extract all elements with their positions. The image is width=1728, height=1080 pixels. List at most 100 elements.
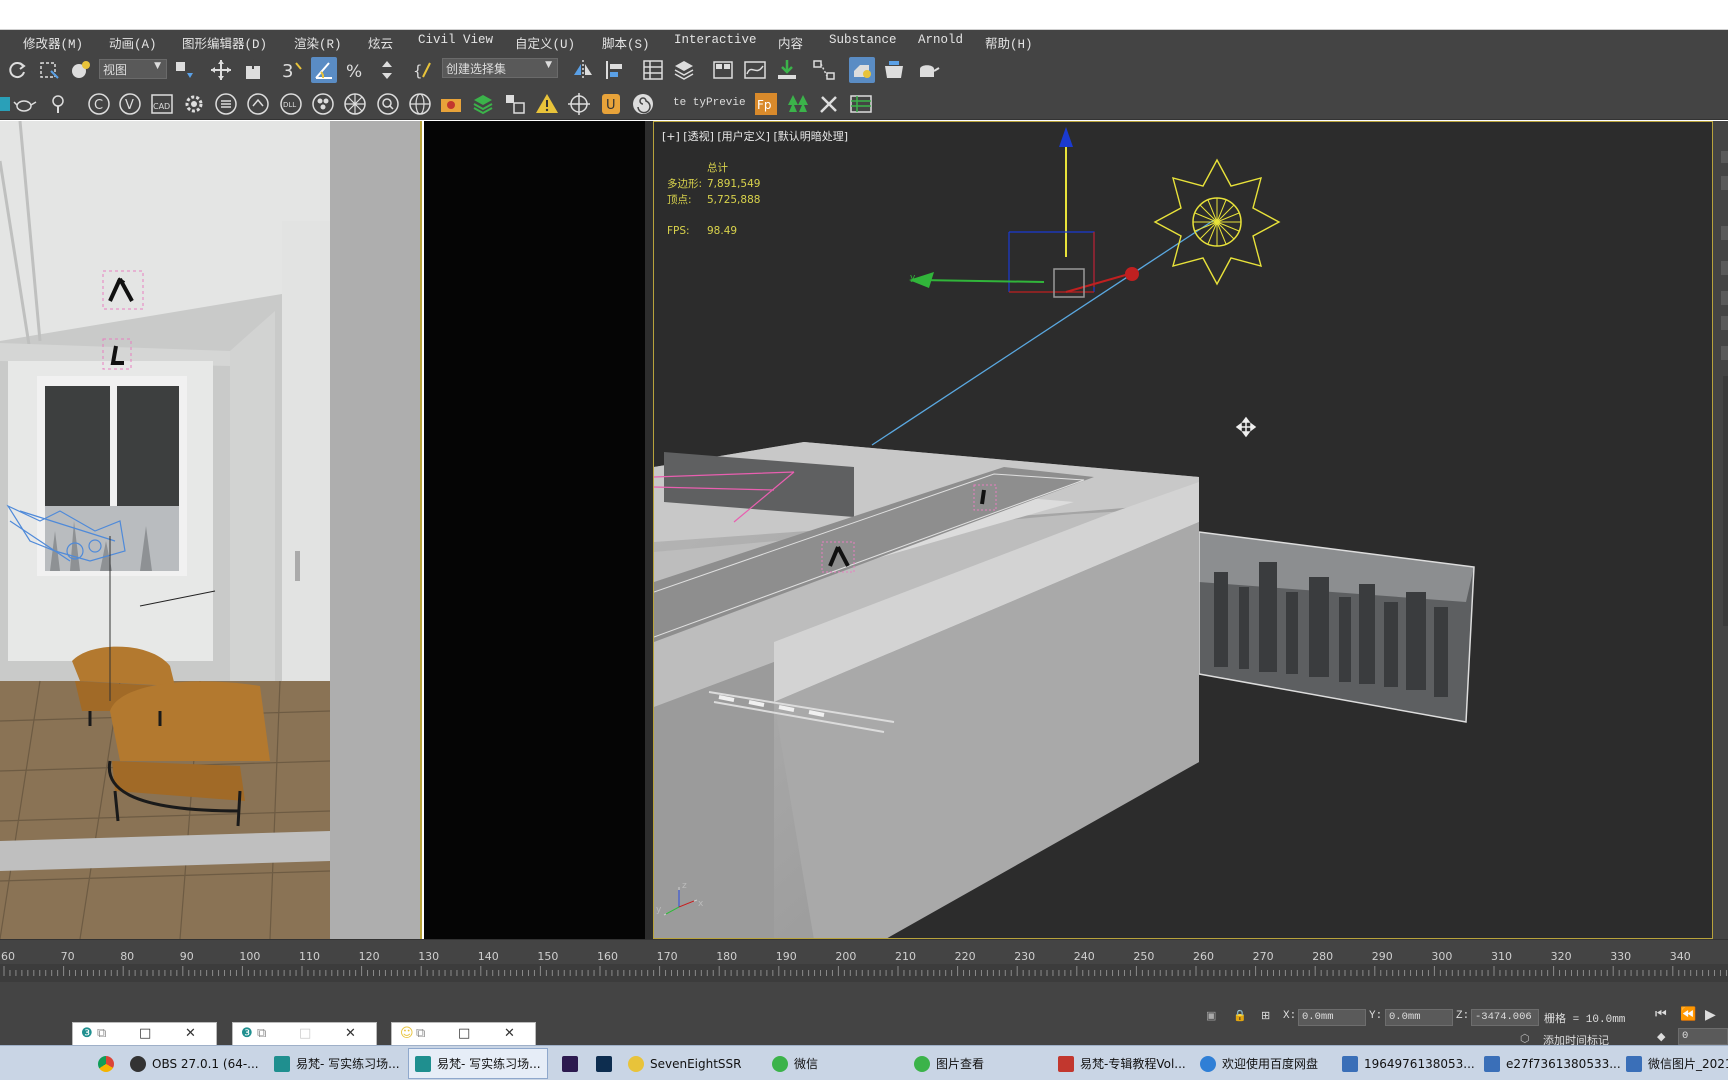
view-combo[interactable]: 视图 ▼ xyxy=(99,59,167,79)
globe-icon[interactable] xyxy=(407,91,433,117)
maximize-icon[interactable]: □ xyxy=(458,1026,470,1041)
select-link-icon[interactable] xyxy=(171,57,197,83)
render-setup-icon[interactable] xyxy=(849,57,875,83)
search-icon[interactable] xyxy=(375,91,401,117)
tree-icon[interactable] xyxy=(785,91,811,117)
lock-icon[interactable]: 🔒 xyxy=(1233,1009,1247,1023)
selection-mode-icon[interactable]: ▣ xyxy=(1206,1009,1216,1023)
restore-icon[interactable]: ⧉ xyxy=(257,1026,266,1041)
taskbar-premiere[interactable] xyxy=(556,1048,584,1079)
render-frame-icon[interactable] xyxy=(881,57,907,83)
close-icon[interactable]: ✕ xyxy=(345,1026,356,1041)
z-coordinate-field[interactable]: -3474.006 xyxy=(1471,1009,1539,1026)
play-icon[interactable]: ▶ xyxy=(1705,1007,1716,1024)
maximize-icon[interactable]: □ xyxy=(139,1026,151,1041)
taskbar-chrome[interactable] xyxy=(92,1048,120,1079)
named-selection-icon[interactable]: { xyxy=(411,57,437,83)
menu-rendering[interactable]: 渲染(R) xyxy=(294,33,342,52)
percent-snap-icon[interactable]: % xyxy=(343,57,369,83)
crosshair-icon[interactable] xyxy=(566,91,592,117)
material-editor-icon[interactable] xyxy=(774,57,800,83)
warning-icon[interactable] xyxy=(534,91,560,117)
select-region-icon[interactable] xyxy=(36,57,62,83)
menu-arnold[interactable]: Arnold xyxy=(918,33,963,47)
empty-viewport[interactable] xyxy=(424,121,645,939)
spinner-snap-icon[interactable] xyxy=(374,57,400,83)
time-ruler[interactable]: 60 70 80 90 100 110 120 130 140 150 160 170 180 190 20… xyxy=(0,940,1728,982)
menu-graph-editors[interactable]: 图形编辑器(D) xyxy=(182,33,267,52)
gear-icon[interactable] xyxy=(181,91,207,117)
timeline[interactable]: 60 70 80 90 100 110 120 130 140 150 160 170 180 190 20… xyxy=(0,939,1728,995)
taskbar-baidu[interactable]: 欢迎使用百度网盘 xyxy=(1194,1048,1324,1079)
rotate-icon[interactable] xyxy=(241,57,267,83)
restore-icon[interactable]: ⧉ xyxy=(97,1026,106,1041)
stack-icon[interactable] xyxy=(245,91,271,117)
viewport-label[interactable]: [+] [透视] [用户定义] [默认明暗处理] xyxy=(662,128,848,144)
menu-modifiers[interactable]: 修改器(M) xyxy=(23,33,83,52)
current-frame-field[interactable]: 0 xyxy=(1678,1028,1728,1045)
taskbar-wechat[interactable]: 微信 xyxy=(766,1048,824,1079)
angle-snap-icon[interactable] xyxy=(311,57,337,83)
spiral-icon[interactable] xyxy=(630,91,656,117)
taskbar-image-2[interactable]: e27f7361380533... xyxy=(1478,1048,1627,1079)
preview-label[interactable]: te tyPrevie xyxy=(673,97,746,109)
c-icon[interactable]: C xyxy=(86,91,112,117)
minimized-window-2[interactable]: ❸ ⧉ □ ✕ xyxy=(232,1022,377,1047)
dll-icon[interactable]: DLL xyxy=(278,91,304,117)
render-icon[interactable] xyxy=(915,57,941,83)
restore-icon[interactable]: ⧉ xyxy=(416,1026,425,1041)
grid-icon[interactable] xyxy=(502,91,528,117)
menu-help[interactable]: 帮助(H) xyxy=(985,33,1033,52)
u-icon[interactable]: U xyxy=(598,91,624,117)
menu-civil-view[interactable]: Civil View xyxy=(418,33,493,47)
menu-content[interactable]: 内容 xyxy=(778,33,803,52)
curve-editor-icon[interactable] xyxy=(742,57,768,83)
align-icon[interactable] xyxy=(602,57,628,83)
film-icon[interactable] xyxy=(310,91,336,117)
tools-icon[interactable] xyxy=(816,91,842,117)
layers-icon[interactable] xyxy=(213,91,239,117)
wheel-icon[interactable] xyxy=(342,91,368,117)
light-icon[interactable] xyxy=(45,91,71,117)
ribbon-icon[interactable] xyxy=(710,57,736,83)
taskbar-ssr[interactable]: SevenEightSSR xyxy=(622,1048,748,1079)
menu-substance[interactable]: Substance xyxy=(829,33,897,47)
taskbar-obs[interactable]: OBS 27.0.1 (64-... xyxy=(124,1048,265,1079)
command-panel-edge[interactable] xyxy=(1713,121,1728,939)
close-icon[interactable]: ✕ xyxy=(185,1026,196,1041)
camera-viewport[interactable] xyxy=(0,121,422,939)
taskbar-image-viewer[interactable]: 图片查看 xyxy=(908,1048,990,1079)
close-icon[interactable]: ✕ xyxy=(504,1026,515,1041)
menu-customize[interactable]: 自定义(U) xyxy=(515,33,575,52)
menu-scripting[interactable]: 脚本(S) xyxy=(602,33,650,52)
minimized-window-1[interactable]: ❸ ⧉ □ ✕ xyxy=(72,1022,217,1047)
select-filter-icon[interactable] xyxy=(68,57,94,83)
taskbar-pdf[interactable]: 易梵-专辑教程Vol... xyxy=(1052,1048,1192,1079)
perspective-viewport[interactable]: y z x y [+] [透视] [用户定义] [默认明暗处理] 总计 多边形:… xyxy=(653,121,1713,939)
taskbar-photoshop[interactable] xyxy=(590,1048,618,1079)
redo-icon[interactable] xyxy=(4,57,30,83)
teapot-icon[interactable] xyxy=(12,91,38,117)
stack-green-icon[interactable] xyxy=(470,91,496,117)
menu-xuanyun[interactable]: 炫云 xyxy=(368,33,393,52)
menu-interactive[interactable]: Interactive xyxy=(674,33,757,47)
v-icon[interactable]: V xyxy=(117,91,143,117)
cad-icon[interactable]: CAD xyxy=(149,91,175,117)
menu-animation[interactable]: 动画(A) xyxy=(109,33,157,52)
go-to-start-icon[interactable]: ⏮ xyxy=(1655,1007,1667,1022)
maximize-icon[interactable]: □ xyxy=(299,1026,311,1041)
camera-icon[interactable] xyxy=(438,91,464,117)
scene-explorer-icon[interactable] xyxy=(640,57,666,83)
absolute-mode-icon[interactable]: ⊞ xyxy=(1261,1009,1270,1023)
snap-3d-icon[interactable]: 3 xyxy=(279,57,305,83)
taskbar-3dsmax-2[interactable]: 易梵- 写实练习场... xyxy=(408,1048,548,1079)
mirror-icon[interactable] xyxy=(570,57,596,83)
table-icon[interactable] xyxy=(848,91,874,117)
schematic-icon[interactable] xyxy=(811,57,837,83)
fp-icon[interactable]: Fp xyxy=(753,91,779,117)
taskbar-image-1[interactable]: 1964976138053... xyxy=(1336,1048,1481,1079)
layer-explorer-icon[interactable] xyxy=(671,57,697,83)
previous-frame-icon[interactable]: ⏪ xyxy=(1680,1007,1696,1022)
move-icon[interactable] xyxy=(208,57,234,83)
selection-set-combo[interactable]: 创建选择集 ▼ xyxy=(442,58,558,78)
